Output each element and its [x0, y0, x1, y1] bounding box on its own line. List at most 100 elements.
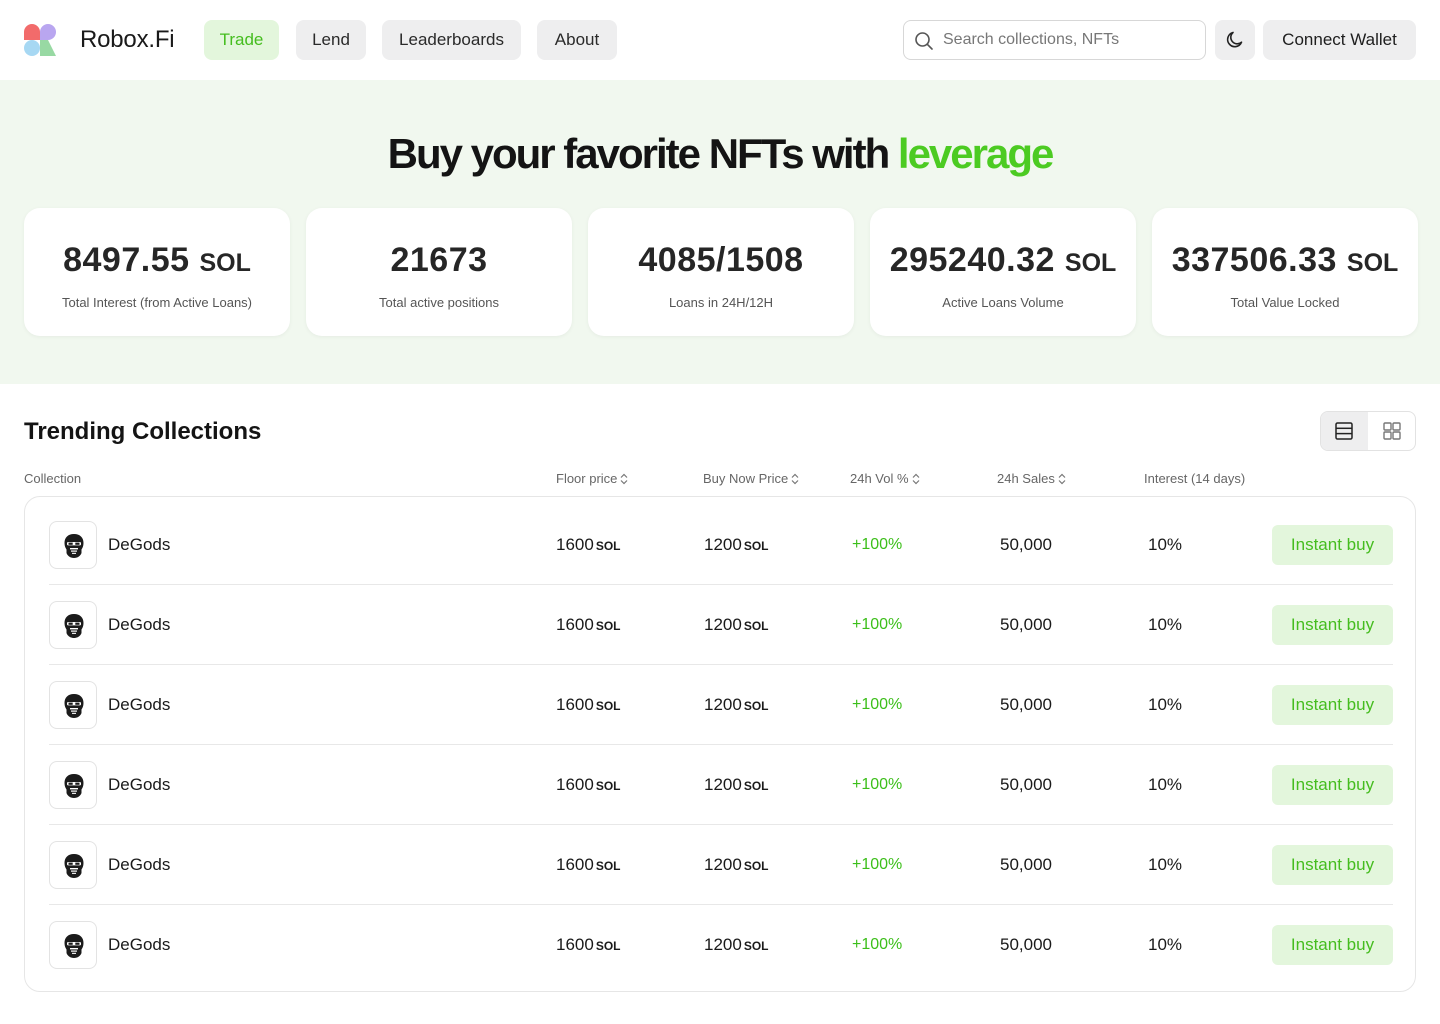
collection-name[interactable]: DeGods	[108, 933, 170, 957]
stat-card-loans-24h-12h: 4085/1508 Loans in 24H/12H	[588, 208, 854, 336]
grid-view-button[interactable]	[1369, 412, 1416, 450]
stat-label: Active Loans Volume	[942, 295, 1064, 310]
table-row[interactable]: DeGods 1600 SOL 1200 SOL +100% 50,000 10% …	[49, 745, 1393, 825]
stat-value: 295240.32 SOL	[889, 241, 1117, 279]
buy-now-price-cell: 1200 SOL	[704, 935, 769, 954]
column-header-floor-price[interactable]: Floor price	[556, 470, 628, 488]
robox-logo-icon[interactable]	[24, 24, 56, 56]
sort-icon	[620, 473, 628, 485]
nav-lend[interactable]: Lend	[296, 20, 366, 60]
stat-card-total-value-locked: 337506.33 SOL Total Value Locked	[1152, 208, 1418, 336]
moon-icon	[1226, 31, 1243, 48]
stat-label: Total active positions	[379, 295, 499, 310]
sol-unit: SOL	[595, 699, 621, 713]
stat-value: 8497.55 SOL	[63, 241, 251, 279]
theme-toggle-button[interactable]	[1215, 20, 1255, 60]
search-box[interactable]	[903, 20, 1206, 60]
floor-price-cell: 1600 SOL	[556, 935, 621, 954]
sol-unit: SOL	[743, 699, 769, 713]
vol-change-cell: +100%	[852, 536, 903, 553]
hero-title: Buy your favorite NFTs with leverage	[0, 124, 1440, 184]
vol-change-cell: +100%	[852, 776, 903, 793]
buy-now-price-cell: 1200 SOL	[704, 615, 769, 634]
vol-change-cell: +100%	[852, 696, 903, 713]
sol-unit: SOL	[595, 779, 621, 793]
top-navbar: Robox.Fi Trade Lend Leaderboards About C…	[0, 0, 1440, 80]
instant-buy-button[interactable]: Instant buy	[1272, 845, 1393, 885]
table-row[interactable]: DeGods 1600 SOL 1200 SOL +100% 50,000 10% …	[49, 585, 1393, 665]
collection-name[interactable]: DeGods	[108, 613, 170, 637]
instant-buy-button[interactable]: Instant buy	[1272, 765, 1393, 805]
stat-unit: SOL	[1064, 249, 1117, 277]
column-header-24h-sales[interactable]: 24h Sales	[997, 470, 1066, 488]
buy-now-price-cell: 1200 SOL	[704, 535, 769, 554]
collection-avatar	[49, 841, 97, 889]
instant-buy-button[interactable]: Instant buy	[1272, 925, 1393, 965]
nav-trade[interactable]: Trade	[204, 20, 279, 60]
table-row[interactable]: DeGods 1600 SOL 1200 SOL +100% 50,000 10% …	[49, 905, 1393, 985]
search-input[interactable]	[943, 21, 1198, 59]
table-row[interactable]: DeGods 1600 SOL 1200 SOL +100% 50,000 10% …	[49, 825, 1393, 905]
list-view-button[interactable]	[1321, 412, 1368, 450]
floor-price-cell: 1600 SOL	[556, 855, 621, 874]
trending-collections-table: DeGods 1600 SOL 1200 SOL +100% 50,000 10% …	[24, 496, 1416, 992]
buy-now-price-cell: 1200 SOL	[704, 775, 769, 794]
hero-title-accent: leverage	[897, 130, 1054, 177]
column-header-collection: Collection	[24, 471, 82, 486]
view-toggle	[1320, 411, 1416, 451]
collection-name[interactable]: DeGods	[108, 693, 170, 717]
hero-title-text: Buy your favorite NFTs with	[387, 130, 891, 177]
collection-avatar	[49, 521, 97, 569]
stat-value: 4085/1508	[638, 241, 804, 279]
nav-leaderboards[interactable]: Leaderboards	[382, 20, 521, 60]
column-header-24h-vol[interactable]: 24h Vol %	[850, 470, 920, 488]
collection-avatar	[49, 921, 97, 969]
floor-price-cell: 1600 SOL	[556, 535, 621, 554]
interest-cell: 10%	[1148, 775, 1183, 794]
instant-buy-button[interactable]: Instant buy	[1272, 685, 1393, 725]
sol-unit: SOL	[743, 619, 769, 633]
sort-icon	[791, 473, 799, 485]
sol-unit: SOL	[595, 619, 621, 633]
degods-logo-icon	[64, 934, 84, 958]
interest-cell: 10%	[1148, 535, 1183, 554]
hero-section: Buy your favorite NFTs with leverage 849…	[0, 80, 1440, 384]
instant-buy-button[interactable]: Instant buy	[1272, 605, 1393, 645]
table-row[interactable]: DeGods 1600 SOL 1200 SOL +100% 50,000 10% …	[49, 665, 1393, 745]
floor-price-cell: 1600 SOL	[556, 695, 621, 714]
stat-card-active-positions: 21673 Total active positions	[306, 208, 572, 336]
column-header-buy-now-price[interactable]: Buy Now Price	[703, 470, 799, 488]
stat-label: Total Value Locked	[1230, 295, 1340, 310]
table-row[interactable]: DeGods 1600 SOL 1200 SOL +100% 50,000 10% …	[49, 505, 1393, 585]
collection-avatar	[49, 761, 97, 809]
sol-unit: SOL	[743, 539, 769, 553]
collection-name[interactable]: DeGods	[108, 773, 170, 797]
sales-cell: 50,000	[1000, 935, 1052, 954]
collection-avatar	[49, 681, 97, 729]
sol-unit: SOL	[743, 859, 769, 873]
collection-name[interactable]: DeGods	[108, 853, 170, 877]
degods-logo-icon	[64, 614, 84, 638]
grid-view-icon	[1383, 422, 1401, 440]
instant-buy-button[interactable]: Instant buy	[1272, 525, 1393, 565]
degods-logo-icon	[64, 534, 84, 558]
interest-cell: 10%	[1148, 695, 1183, 714]
collection-name[interactable]: DeGods	[108, 533, 170, 557]
degods-logo-icon	[64, 694, 84, 718]
buy-now-price-cell: 1200 SOL	[704, 695, 769, 714]
sales-cell: 50,000	[1000, 855, 1052, 874]
sort-icon	[1058, 473, 1066, 485]
sol-unit: SOL	[743, 779, 769, 793]
sales-cell: 50,000	[1000, 615, 1052, 634]
degods-logo-icon	[64, 854, 84, 878]
nav-about[interactable]: About	[537, 20, 617, 60]
stat-value: 337506.33 SOL	[1171, 241, 1399, 279]
interest-cell: 10%	[1148, 935, 1183, 954]
connect-wallet-button[interactable]: Connect Wallet	[1263, 20, 1416, 60]
stat-label: Total Interest (from Active Loans)	[61, 295, 253, 310]
interest-cell: 10%	[1148, 615, 1183, 634]
sort-icon	[912, 473, 919, 485]
collection-avatar	[49, 601, 97, 649]
brand-name[interactable]: Robox.Fi	[80, 24, 175, 56]
column-header-interest: Interest (14 days)	[1144, 471, 1246, 486]
